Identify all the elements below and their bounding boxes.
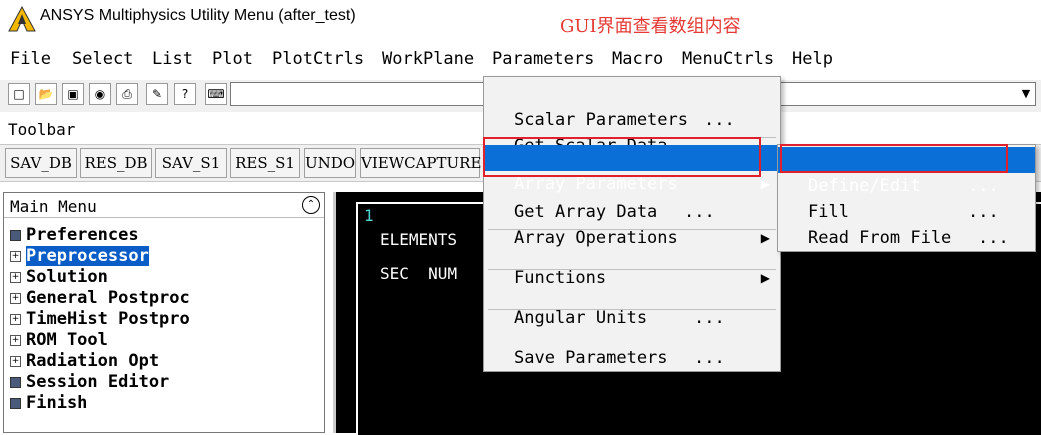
menu-macro[interactable]: Macro (612, 48, 663, 70)
menu-item-scalar-parameters[interactable]: Scalar Parameters... (484, 81, 780, 130)
menu-plotctrls[interactable]: PlotCtrls (272, 48, 364, 70)
viewcapture-button[interactable]: VIEWCAPTURE (360, 148, 481, 178)
expand-plus-icon[interactable]: + (10, 271, 21, 283)
window-title: ANSYS Multiphysics Utility Menu (after_t… (40, 7, 356, 24)
menu-separator (488, 309, 776, 310)
graphics-sec-num-label: SEC NUM (380, 264, 457, 283)
menu-separator (488, 269, 776, 270)
main-menu-item-solution[interactable]: + Solution (10, 267, 108, 287)
menu-file[interactable]: File (10, 48, 51, 70)
main-menu-item-general-postproc[interactable]: + General Postproc (10, 288, 190, 308)
expand-plus-icon[interactable]: + (10, 355, 21, 367)
menu-item-read-from-file[interactable]: Read From File... (778, 199, 1035, 248)
expand-plus-icon[interactable]: + (10, 250, 21, 262)
sav-s1-button[interactable]: SAV_S1 (155, 148, 227, 178)
main-menu-item-session-editor[interactable]: Session Editor (10, 372, 169, 392)
expand-plus-icon[interactable]: + (10, 334, 21, 346)
menu-item-array-parameters[interactable]: Array Parameters ▶ (484, 145, 780, 194)
expand-plus-icon[interactable]: + (10, 292, 21, 304)
open-folder-icon[interactable]: 📂 (35, 83, 57, 105)
title-bar: ANSYS Multiphysics Utility Menu (after_t… (0, 0, 1041, 37)
document-icon (10, 229, 21, 241)
print-icon[interactable]: ⎙ (116, 83, 138, 105)
menu-separator (488, 137, 776, 138)
annotation-label: GUI界面查看数组内容 (560, 16, 741, 37)
pan-zoom-icon[interactable]: ◉ (89, 83, 111, 105)
undo-button[interactable]: UNDO (304, 148, 356, 178)
array-parameters-submenu: Define/Edit... Fill... Read From File...… (777, 144, 1036, 274)
menu-item-fill[interactable]: Fill... (778, 173, 1035, 222)
menu-parameters[interactable]: Parameters (492, 48, 595, 70)
main-menu-item-timehist-postpro[interactable]: + TimeHist Postpro (10, 309, 190, 329)
menu-item-get-scalar-data[interactable]: Get Scalar Data... (484, 107, 780, 156)
report-generator-icon[interactable]: ✎ (146, 83, 168, 105)
main-menu-item-preprocessor[interactable]: + Preprocessor (10, 246, 149, 266)
menu-item-restore-parameters[interactable]: Restore Parameters... (484, 345, 780, 394)
main-menu-item-radiation-opt[interactable]: + Radiation Opt (10, 351, 159, 371)
sav-db-button[interactable]: SAV_DB (5, 148, 77, 178)
menu-item-functions[interactable]: Functions ▶ (484, 239, 780, 288)
menu-bar: File Select List Plot PlotCtrls WorkPlan… (0, 44, 1041, 74)
toolbar-label: Toolbar (8, 120, 76, 139)
menu-item-array-operations[interactable]: Array Operations ▶ (484, 199, 780, 248)
save-disk-icon[interactable]: ▣ (62, 83, 84, 105)
menu-item-define-edit[interactable]: Define/Edit... (778, 147, 1035, 196)
main-menu-item-rom-tool[interactable]: + ROM Tool (10, 330, 108, 350)
document-icon (10, 376, 21, 388)
menu-item-write-to-file[interactable]: Write to File... (778, 225, 1035, 274)
main-menu-item-preferences[interactable]: Preferences (10, 225, 139, 245)
chevron-down-icon[interactable]: ▼ (1019, 85, 1033, 103)
graphics-num-label: NUM (428, 264, 458, 283)
graphics-elements-label: ELEMENTS (380, 230, 458, 249)
menu-plot[interactable]: Plot (212, 48, 253, 70)
menu-list[interactable]: List (152, 48, 193, 70)
ansys-logo-icon (8, 6, 36, 32)
res-s1-button[interactable]: RES_S1 (230, 148, 300, 178)
document-icon (10, 397, 21, 409)
main-menu-panel: Main Menu ⌃ Preferences + Preprocessor + S… (3, 192, 325, 433)
main-menu-title: Main Menu (10, 197, 97, 216)
keyboard-icon[interactable]: ⌨ (205, 83, 227, 105)
menu-item-get-array-data[interactable]: Get Array Data... (484, 173, 780, 222)
graphics-sec-label: SEC (380, 264, 409, 283)
menu-item-save-parameters[interactable]: Save Parameters... (484, 319, 780, 368)
menu-item-angular-units[interactable]: Angular Units... (484, 279, 780, 328)
new-file-icon[interactable]: □ (8, 83, 30, 105)
main-menu-item-finish[interactable]: Finish (10, 393, 87, 413)
menu-select[interactable]: Select (72, 48, 133, 70)
help-icon[interactable]: ? (174, 83, 196, 105)
main-menu-header: Main Menu ⌃ (4, 193, 324, 218)
res-db-button[interactable]: RES_DB (80, 148, 152, 178)
menu-help[interactable]: Help (792, 48, 833, 70)
parameters-dropdown: Scalar Parameters... Get Scalar Data... … (483, 76, 781, 394)
expand-plus-icon[interactable]: + (10, 313, 21, 325)
graphics-window-number: 1 (364, 206, 374, 225)
menu-separator (488, 229, 776, 230)
collapse-icon[interactable]: ⌃ (302, 196, 320, 214)
menu-menuctrls[interactable]: MenuCtrls (682, 48, 774, 70)
menu-workplane[interactable]: WorkPlane (382, 48, 474, 70)
